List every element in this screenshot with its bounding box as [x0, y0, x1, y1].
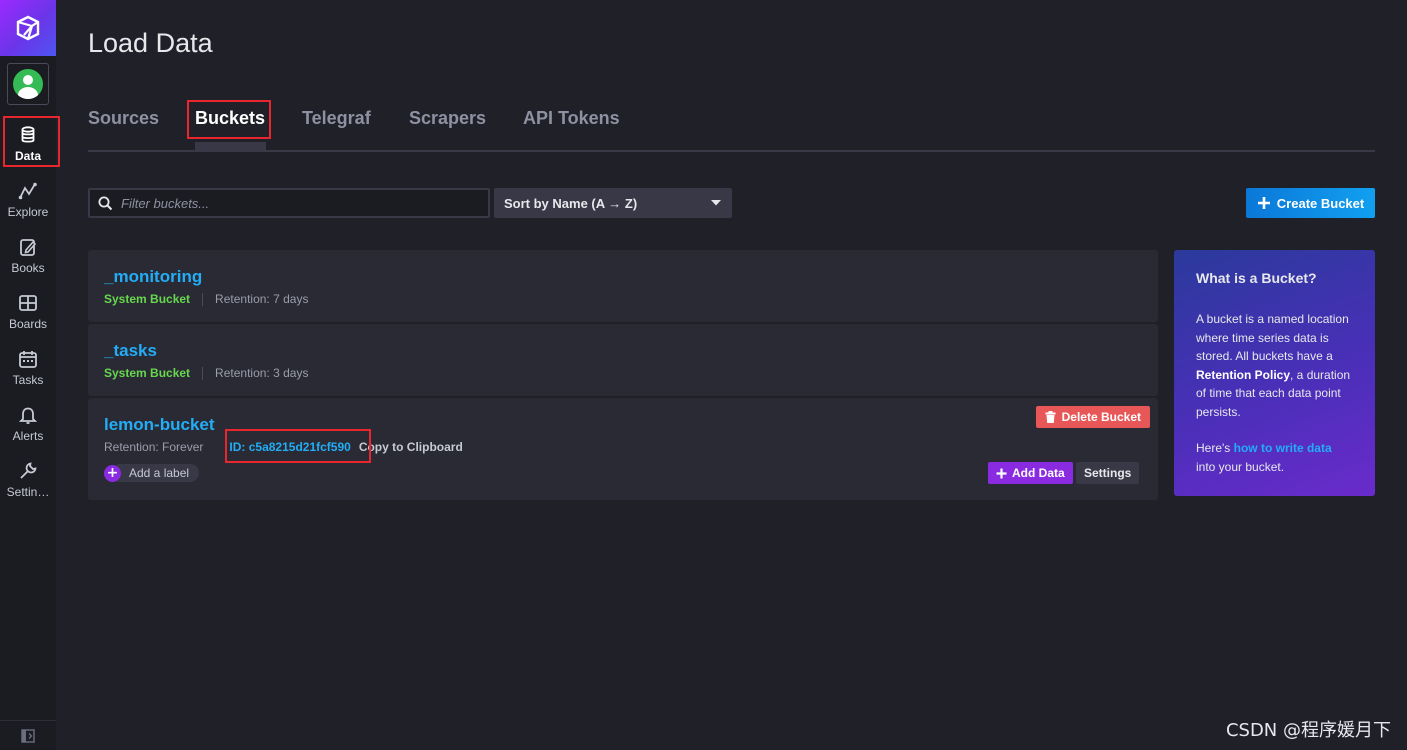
add-data-button[interactable]: Add Data	[988, 462, 1073, 484]
bucket-meta: System Bucket Retention: 3 days	[104, 366, 308, 380]
retention-text: Retention: 7 days	[215, 292, 309, 306]
sidebar-item-label: Settin…	[6, 485, 50, 499]
add-data-label: Add Data	[1012, 466, 1065, 480]
retention-text: Retention: Forever	[104, 440, 204, 454]
bucket-name-link[interactable]: _monitoring	[104, 267, 202, 287]
collapse-icon	[21, 728, 35, 743]
watermark: CSDN @程序媛月下	[1225, 720, 1391, 741]
delete-bucket-button[interactable]: Delete Bucket	[1035, 406, 1150, 428]
bucket-info-panel: What is a Bucket? A bucket is a named lo…	[1174, 250, 1375, 496]
sidebar-item-data[interactable]: Data	[0, 116, 56, 172]
create-bucket-label: Create Bucket	[1276, 195, 1365, 211]
caret-down-icon	[711, 200, 721, 206]
filter-buckets-input[interactable]	[121, 195, 481, 211]
search-icon	[98, 196, 113, 210]
tab-bar: Sources Buckets Telegraf Scrapers API To…	[88, 100, 1375, 152]
tab-scrapers[interactable]: Scrapers	[409, 108, 486, 129]
tab-buckets[interactable]: Buckets	[195, 108, 265, 129]
bell-icon	[18, 407, 38, 424]
influx-logo[interactable]	[0, 0, 56, 56]
trash-icon	[1045, 411, 1056, 423]
bucket-card: _tasks System Bucket Retention: 3 days	[88, 324, 1158, 396]
avatar	[13, 69, 43, 99]
bucket-id[interactable]: ID: c5a8215d21fcf590	[229, 440, 350, 454]
tab-api-tokens[interactable]: API Tokens	[523, 108, 620, 129]
delete-bucket-label: Delete Bucket	[1061, 410, 1141, 424]
info-text: Here's	[1196, 441, 1234, 455]
sidebar-item-label: Boards	[8, 317, 48, 331]
write-data-link[interactable]: how to write data	[1234, 441, 1332, 455]
sidebar-item-alerts[interactable]: Alerts	[0, 396, 56, 452]
bucket-name-link[interactable]: _tasks	[104, 341, 157, 361]
info-text: into your bucket.	[1196, 459, 1285, 474]
sidebar-item-label: Data	[14, 149, 41, 163]
dashboard-icon	[19, 295, 37, 311]
tab-telegraf[interactable]: Telegraf	[302, 108, 371, 129]
sort-dropdown[interactable]: Sort by Name (A → Z)	[494, 188, 732, 218]
database-icon	[21, 126, 35, 143]
logo-icon	[16, 15, 40, 41]
sidebar-item-boards[interactable]: Boards	[0, 284, 56, 340]
divider	[202, 366, 204, 380]
copy-to-clipboard-button[interactable]: Copy to Clipboard	[359, 440, 463, 454]
info-bold-text: Retention Policy	[1196, 367, 1291, 382]
sidebar-item-explore[interactable]: Explore	[0, 172, 56, 228]
plus-icon: +	[104, 464, 121, 482]
bucket-meta: Retention: Forever ID: c5a8215d21fcf590 …	[104, 440, 463, 454]
sidebar: Data Explore Books Boards Tasks Alerts S…	[0, 0, 56, 750]
info-paragraph: Here's how to write data into your bucke…	[1196, 439, 1353, 476]
sidebar-item-label: Explore	[7, 205, 49, 219]
system-bucket-badge: System Bucket	[104, 292, 191, 306]
add-label-button[interactable]: + Add a label	[104, 464, 200, 482]
bucket-card: _monitoring System Bucket Retention: 7 d…	[88, 250, 1158, 322]
active-tab-indicator	[195, 142, 266, 150]
info-title: What is a Bucket?	[1196, 270, 1317, 286]
divider	[202, 292, 204, 306]
notebook-icon	[20, 239, 37, 256]
sidebar-item-label: Alerts	[12, 429, 44, 443]
collapse-sidebar-button[interactable]	[0, 720, 56, 750]
bucket-card: lemon-bucket Retention: Forever ID: c5a8…	[88, 398, 1158, 500]
info-paragraph: A bucket is a named location where time …	[1196, 310, 1353, 421]
graph-icon	[18, 182, 37, 200]
sidebar-item-settings[interactable]: Settin…	[0, 452, 56, 508]
sidebar-item-label: Books	[11, 261, 45, 275]
sidebar-item-books[interactable]: Books	[0, 228, 56, 284]
bucket-meta: System Bucket Retention: 7 days	[104, 292, 308, 306]
page-title: Load Data	[88, 28, 213, 58]
user-avatar-button[interactable]	[7, 63, 49, 105]
plus-icon	[996, 468, 1007, 478]
filter-buckets[interactable]	[88, 188, 490, 218]
info-text: A bucket is a named location where time …	[1196, 312, 1349, 363]
create-bucket-button[interactable]: Create Bucket	[1246, 188, 1375, 218]
sidebar-nav: Data Explore Books Boards Tasks Alerts S…	[0, 116, 56, 508]
bucket-settings-button[interactable]: Settings	[1076, 462, 1140, 484]
sidebar-item-label: Tasks	[12, 373, 44, 387]
calendar-icon	[19, 351, 37, 368]
sort-dropdown-label: Sort by Name (A → Z)	[504, 195, 638, 211]
bucket-name-link[interactable]: lemon-bucket	[104, 415, 215, 435]
plus-icon	[1257, 197, 1270, 209]
system-bucket-badge: System Bucket	[104, 366, 191, 380]
wrench-icon	[20, 462, 37, 479]
add-label-text: Add a label	[117, 464, 200, 482]
tab-sources[interactable]: Sources	[88, 108, 159, 129]
retention-text: Retention: 3 days	[215, 366, 309, 380]
sidebar-item-tasks[interactable]: Tasks	[0, 340, 56, 396]
